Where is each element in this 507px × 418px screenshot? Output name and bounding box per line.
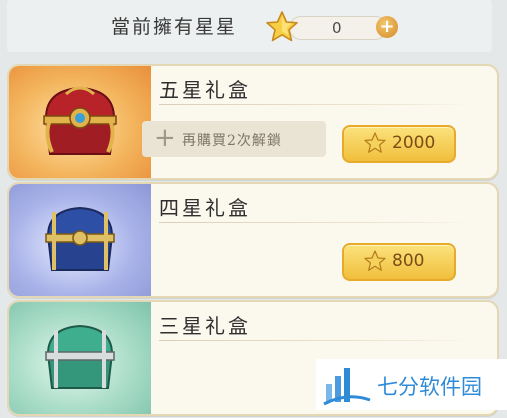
treasure-chest-red-icon [43,86,117,155]
gift-box-title: 五星礼盒 [159,78,251,102]
site-watermark: 七分软件园 [316,359,507,410]
title-divider [159,222,469,223]
unlock-requirement-text: 再購買2次解鎖 [182,133,282,149]
star-icon [364,132,386,153]
star-icon [266,11,298,42]
add-stars-button[interactable]: + [376,16,398,38]
treasure-chest-blue-icon [45,206,115,271]
gift-box-thumbnail [9,302,151,414]
star-icon [364,250,386,271]
gift-box-card-four-star[interactable]: 四星礼盒 800 [7,182,499,298]
plus-icon: + [154,123,176,153]
price-button[interactable]: 2000 [342,125,456,163]
gift-box-thumbnail [9,184,151,296]
stars-owned-label: 當前擁有星星 [111,16,238,38]
price-button[interactable]: 800 [342,243,456,281]
gift-box-card-five-star[interactable]: 五星礼盒 + 再購買2次解鎖 2000 [7,64,499,180]
star-count-value: 0 [332,19,342,37]
watermark-logo-icon [323,368,371,406]
stars-owned-bar: 當前擁有星星 0 + [7,0,492,52]
price-value: 800 [392,251,425,271]
star-count-field: 0 [289,16,387,40]
watermark-text: 七分软件园 [377,375,482,399]
star-counter: 0 + [266,11,398,42]
locked-status: + 再購買2次解鎖 [142,121,326,157]
gift-box-title: 三星礼盒 [159,314,251,338]
gift-box-thumbnail [9,66,151,178]
title-divider [159,104,469,105]
gift-box-title: 四星礼盒 [159,196,251,220]
price-value: 2000 [392,133,436,153]
title-divider [159,340,469,341]
treasure-chest-green-icon [45,324,115,389]
